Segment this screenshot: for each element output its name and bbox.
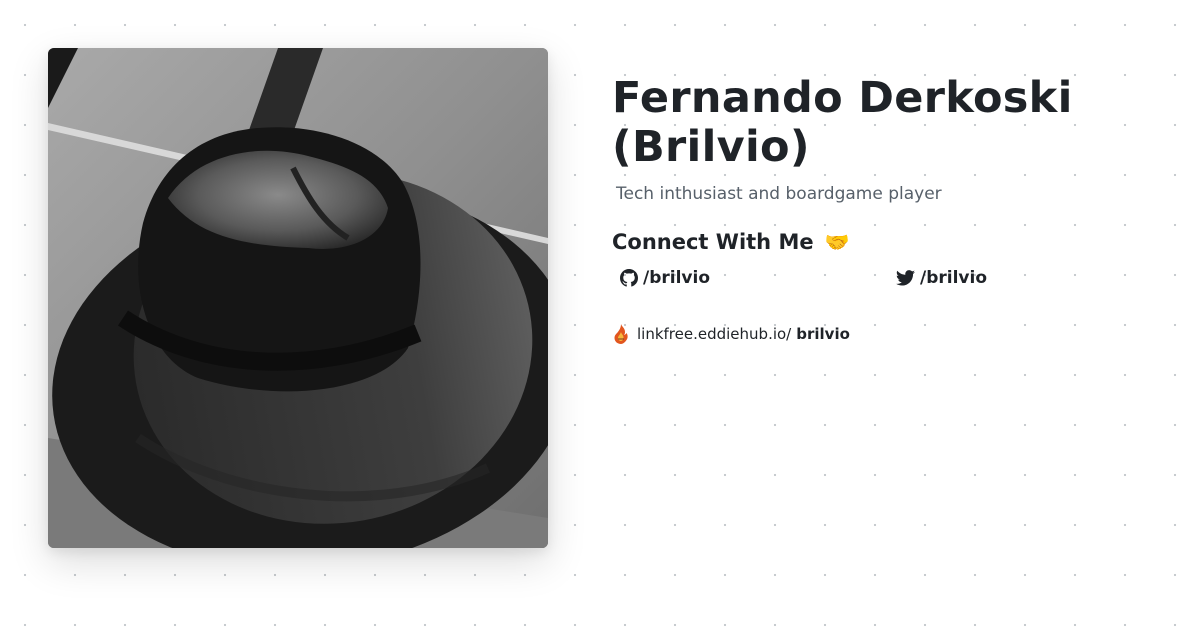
- github-handle: /brilvio: [643, 268, 711, 288]
- profile-name-line2: (Brilvio): [612, 122, 810, 172]
- profile-name-line1: Fernando Derkoski: [612, 73, 1073, 123]
- profile-name: Fernando Derkoski (Brilvio): [612, 74, 1172, 172]
- twitter-icon: [896, 270, 915, 286]
- github-icon: [620, 269, 638, 287]
- linkfree-handle: brilvio: [796, 325, 850, 343]
- flame-logo-icon: [614, 324, 628, 344]
- twitter-link[interactable]: /brilvio: [896, 268, 987, 288]
- github-link[interactable]: /brilvio: [620, 268, 710, 288]
- twitter-handle: /brilvio: [920, 268, 988, 288]
- connect-heading-text: Connect With Me: [612, 230, 814, 254]
- handshake-icon: 🤝: [824, 230, 850, 254]
- fedora-hat-photo: [48, 48, 548, 548]
- linkfree-domain: linkfree.eddiehub.io/: [637, 325, 792, 343]
- profile-avatar: [48, 48, 548, 548]
- linkfree-link[interactable]: linkfree.eddiehub.io/ brilvio: [612, 324, 1172, 344]
- social-links: /brilvio /brilvio: [612, 268, 1172, 298]
- profile-tagline: Tech inthusiast and boardgame player: [616, 184, 942, 204]
- profile-info: Fernando Derkoski (Brilvio) Tech inthusi…: [612, 74, 1172, 344]
- connect-heading: Connect With Me 🤝: [612, 230, 1172, 254]
